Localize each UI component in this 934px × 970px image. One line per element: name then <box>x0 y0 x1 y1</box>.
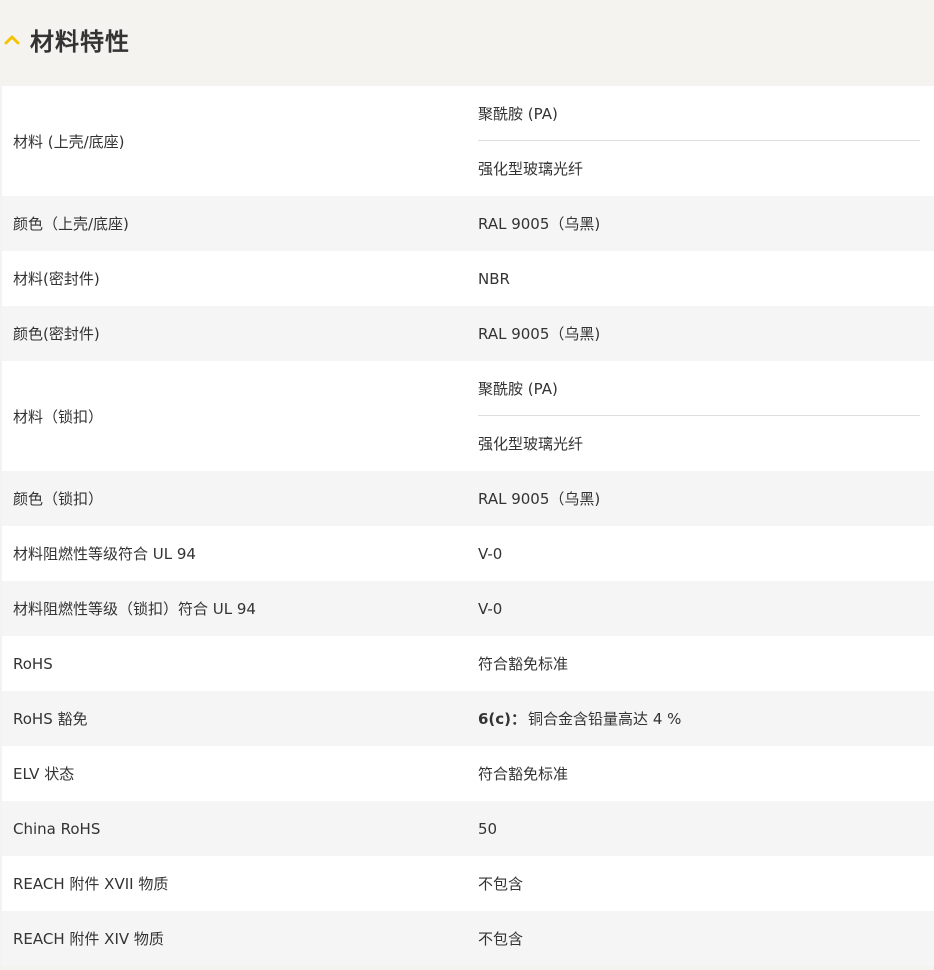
table-row: 材料阻燃性等级符合 UL 94 V-0 <box>2 526 934 581</box>
table-row: China RoHS 50 <box>2 801 934 856</box>
table-row: 材料 (上壳/底座) 聚酰胺 (PA) 强化型玻璃光纤 <box>2 86 934 196</box>
spec-value: 不包含 <box>478 930 524 948</box>
table-row: REACH 附件 XVII 物质 不包含 <box>2 856 934 911</box>
spec-label: REACH 附件 XIV 物质 <box>13 930 164 948</box>
spec-label: 颜色(密封件) <box>13 325 100 343</box>
spec-value: RAL 9005（乌黑) <box>478 215 601 233</box>
spec-value: 强化型玻璃光纤 <box>478 160 584 178</box>
table-row: 材料阻燃性等级（锁扣）符合 UL 94 V-0 <box>2 581 934 636</box>
spec-label: 颜色（上壳/底座) <box>13 215 129 233</box>
spec-label: 颜色（锁扣） <box>13 490 104 508</box>
spec-values: V-0 <box>468 581 934 636</box>
spec-label: 材料 (上壳/底座) <box>13 132 125 151</box>
spec-values: RAL 9005（乌黑) <box>468 471 934 526</box>
spec-value: RAL 9005（乌黑) <box>478 490 601 508</box>
page: 材料特性 材料 (上壳/底座) 聚酰胺 (PA) 强化型玻璃光纤 颜色（上壳/底座) R… <box>0 0 934 970</box>
table-row: REACH 附件 XIV 物质 不包含 <box>2 911 934 966</box>
spec-values: 不包含 <box>468 856 934 911</box>
table-row: 颜色（上壳/底座) RAL 9005（乌黑) <box>2 196 934 251</box>
spec-value: 50 <box>478 819 498 838</box>
table-row: 材料(密封件) NBR <box>2 251 934 306</box>
spec-values: 聚酰胺 (PA) 强化型玻璃光纤 <box>468 86 934 196</box>
spec-values: 符合豁免标准 <box>468 636 934 691</box>
table-row: RoHS 符合豁免标准 <box>2 636 934 691</box>
spec-values: RAL 9005（乌黑) <box>468 196 934 251</box>
table-row: ELV 状态 符合豁免标准 <box>2 746 934 801</box>
table-row: RoHS 豁免 6(c)： 铜合金含铅量高达 4 % <box>2 691 934 746</box>
spec-value: 6(c)： 铜合金含铅量高达 4 % <box>478 691 920 746</box>
spec-values: 6(c)： 铜合金含铅量高达 4 % <box>468 691 934 746</box>
spec-value: V-0 <box>478 599 503 618</box>
table-row: 材料（锁扣） 聚酰胺 (PA) 强化型玻璃光纤 <box>2 361 934 471</box>
spec-values: RAL 9005（乌黑) <box>468 306 934 361</box>
spec-label: ELV 状态 <box>13 765 75 783</box>
spec-value: 聚酰胺 (PA) <box>478 361 920 416</box>
table-row: 颜色(密封件) RAL 9005（乌黑) <box>2 306 934 361</box>
spec-label: RoHS 豁免 <box>13 710 88 728</box>
spec-value: 强化型玻璃光纤 <box>478 435 584 453</box>
table-row: 颜色（锁扣） RAL 9005（乌黑) <box>2 471 934 526</box>
spec-table: 材料 (上壳/底座) 聚酰胺 (PA) 强化型玻璃光纤 颜色（上壳/底座) RAL 90… <box>2 86 934 966</box>
spec-value: 符合豁免标准 <box>478 655 569 673</box>
spec-value: 不包含 <box>478 875 524 893</box>
section-title: 材料特性 <box>30 27 130 56</box>
section-header[interactable]: 材料特性 <box>0 0 934 78</box>
spec-value: 符合豁免标准 <box>478 765 569 783</box>
spec-values: 不包含 <box>468 911 934 966</box>
spec-label: 材料阻燃性等级（锁扣）符合 UL 94 <box>13 600 256 618</box>
spec-label: RoHS <box>13 654 53 673</box>
spec-label: 材料阻燃性等级符合 UL 94 <box>13 545 196 563</box>
spec-value: 聚酰胺 (PA) <box>478 86 920 141</box>
spec-label: 材料(密封件) <box>13 270 100 288</box>
spec-label: REACH 附件 XVII 物质 <box>13 875 169 893</box>
spec-value: NBR <box>478 269 510 288</box>
spec-values: 符合豁免标准 <box>468 746 934 801</box>
spec-value-prefix: 6(c)： <box>478 710 527 728</box>
spec-value: RAL 9005（乌黑) <box>478 325 601 343</box>
spec-label: 材料（锁扣） <box>13 407 104 426</box>
spec-values: V-0 <box>468 526 934 581</box>
chevron-up-icon[interactable] <box>4 32 20 48</box>
spec-values: 50 <box>468 801 934 856</box>
spec-label: China RoHS <box>13 819 101 838</box>
spec-value-text: 铜合金含铅量高达 4 % <box>528 710 682 728</box>
spec-values: NBR <box>468 251 934 306</box>
spec-values: 聚酰胺 (PA) 强化型玻璃光纤 <box>468 361 934 471</box>
spec-value: V-0 <box>478 544 503 563</box>
